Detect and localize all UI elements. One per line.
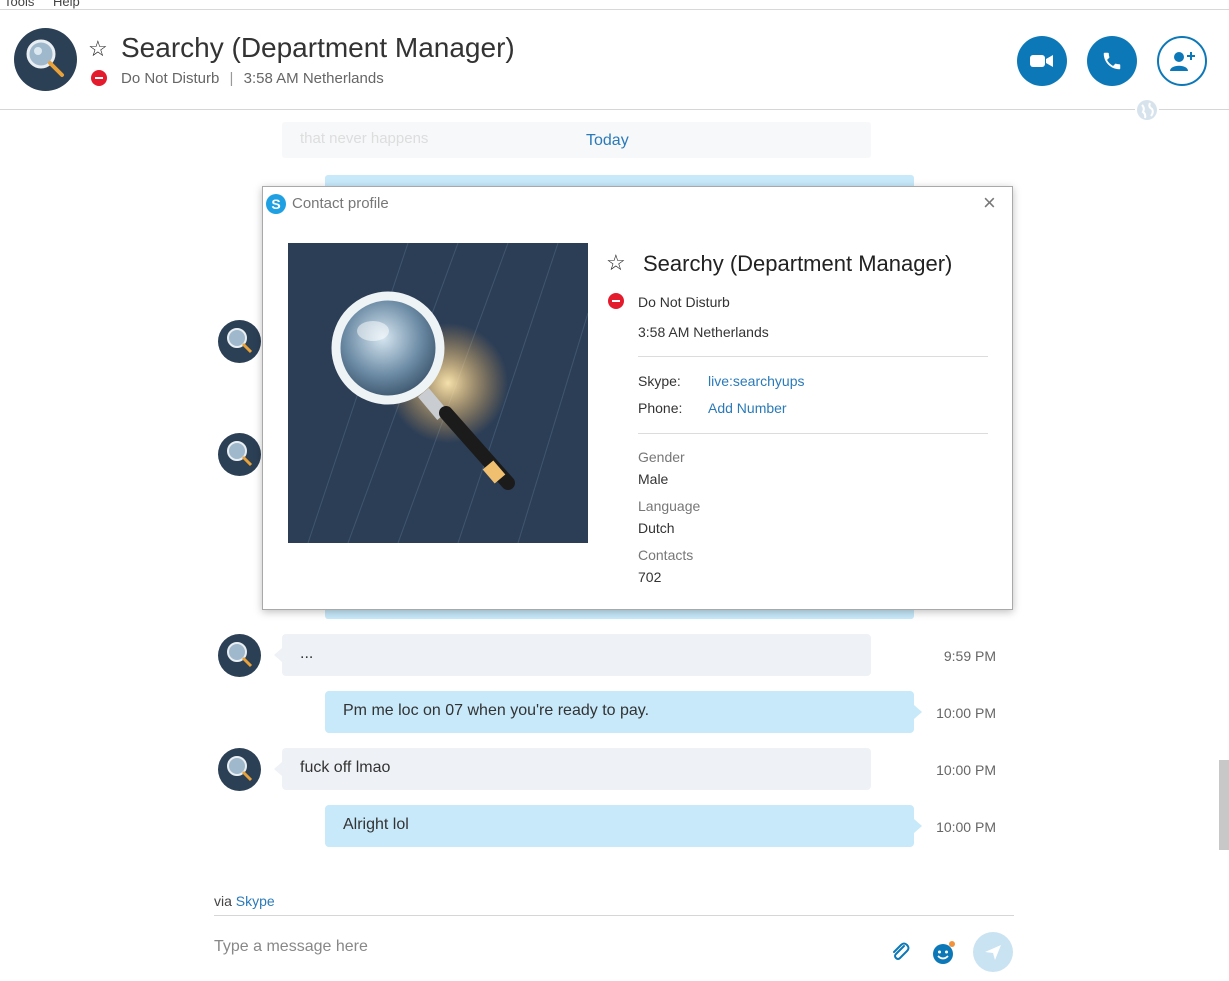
message-time: 10:00 PM — [936, 762, 996, 778]
contacts-value: 702 — [638, 569, 662, 585]
audio-call-button[interactable] — [1087, 36, 1137, 86]
composer-divider — [214, 915, 1014, 916]
via-skype-link[interactable]: Skype — [236, 893, 275, 909]
outgoing-message[interactable]: Alright lol — [325, 805, 922, 847]
add-person-icon — [1170, 52, 1195, 71]
contact-status-line: Do Not Disturb | 3:58 AM Netherlands — [121, 70, 384, 87]
favorite-star-icon[interactable]: ☆ — [606, 252, 626, 274]
skype-label: Skype: — [638, 373, 681, 389]
contact-name: Searchy (Department Manager) — [121, 32, 515, 63]
video-camera-icon — [1030, 55, 1053, 67]
profile-divider — [638, 356, 988, 357]
incoming-message[interactable]: fuck off lmao — [274, 748, 871, 790]
conversation-header: ☆ Searchy (Department Manager) Do Not Di… — [0, 10, 1229, 110]
message-avatar[interactable] — [218, 433, 261, 476]
date-divider: Today — [586, 132, 629, 149]
contact-avatar[interactable] — [14, 28, 77, 91]
send-button[interactable] — [973, 932, 1013, 972]
profile-name: Searchy (Department Manager) — [643, 251, 953, 276]
message-avatar[interactable] — [218, 634, 261, 677]
emoticon-icon[interactable] — [931, 940, 957, 971]
phone-icon — [1103, 52, 1121, 70]
message-input[interactable]: Type a message here — [214, 938, 368, 956]
message-time: 10:00 PM — [936, 819, 996, 835]
message-avatar[interactable] — [218, 320, 261, 363]
dnd-status-icon — [91, 70, 107, 86]
menu-help[interactable]: Help — [53, 0, 80, 9]
dialog-title: Contact profile — [292, 195, 389, 212]
menu-bar: Tools Help — [0, 0, 1229, 9]
outgoing-message[interactable]: Pm me loc on 07 when you're ready to pay… — [325, 691, 922, 733]
phone-label: Phone: — [638, 400, 683, 416]
faded-message-text: that never happens — [300, 130, 429, 147]
video-call-button[interactable] — [1017, 36, 1067, 86]
gender-label: Gender — [638, 449, 685, 465]
close-icon[interactable]: × — [983, 192, 996, 214]
incoming-message[interactable]: ... — [274, 634, 871, 676]
language-label: Language — [638, 498, 701, 514]
via-skype-note: via Skype — [214, 893, 275, 909]
message-time: 10:00 PM — [936, 705, 996, 721]
profile-photo — [288, 243, 588, 543]
gender-value: Male — [638, 471, 669, 487]
add-number-link[interactable]: Add Number — [708, 400, 787, 416]
contacts-label: Contacts — [638, 547, 694, 563]
via-prefix: via — [214, 893, 232, 909]
language-value: Dutch — [638, 520, 675, 536]
dnd-status-icon — [608, 293, 624, 309]
send-arrow-icon — [985, 945, 1001, 960]
status-separator: | — [229, 70, 234, 87]
profile-status: Do Not Disturb — [638, 294, 730, 310]
message-time: 9:59 PM — [943, 648, 996, 664]
favorite-star-icon[interactable]: ☆ — [88, 38, 108, 60]
skype-logo-icon: S — [266, 194, 286, 214]
attach-file-icon[interactable] — [888, 940, 912, 969]
contact-profile-dialog: S Contact profile × ☆ Searchy (Departmen… — [262, 186, 1013, 610]
scrollbar-thumb[interactable] — [1219, 760, 1229, 850]
menu-tools[interactable]: Tools — [4, 0, 34, 9]
profile-divider — [638, 433, 988, 434]
contact-local-time: 3:58 AM Netherlands — [243, 70, 384, 87]
skype-id-link[interactable]: live:searchyups — [708, 373, 805, 389]
add-participant-button[interactable] — [1157, 36, 1207, 86]
contact-status: Do Not Disturb — [121, 70, 220, 87]
message-avatar[interactable] — [218, 748, 261, 791]
profile-local-time: 3:58 AM Netherlands — [638, 324, 769, 340]
